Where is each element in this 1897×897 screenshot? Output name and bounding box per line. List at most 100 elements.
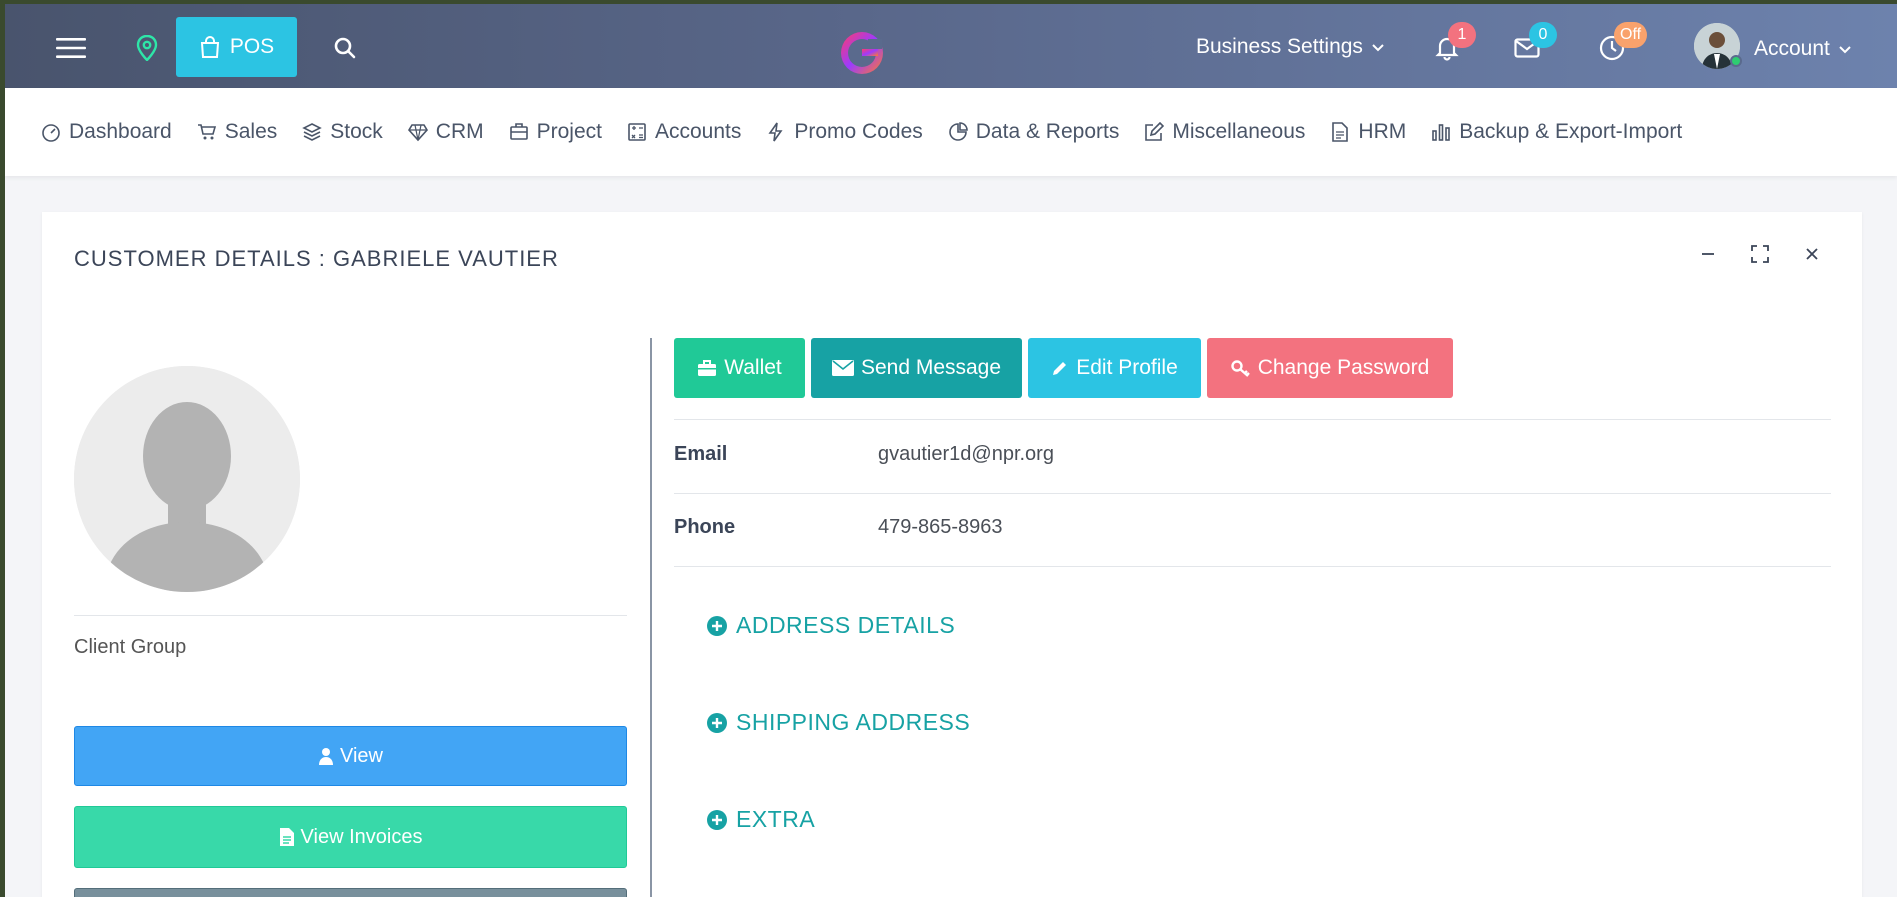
- hamburger-icon: [56, 38, 86, 58]
- wallet-button[interactable]: Wallet: [674, 338, 805, 398]
- card-title: CUSTOMER DETAILS : GABRIELE VAUTIER: [74, 246, 559, 271]
- info-divider: [674, 566, 1831, 567]
- shipping-address-toggle[interactable]: SHIPPING ADDRESS: [706, 709, 970, 736]
- location-button[interactable]: [129, 30, 165, 66]
- send-message-label: Send Message: [860, 356, 1002, 379]
- pie-icon: [949, 122, 968, 141]
- change-password-button[interactable]: Change Password: [1207, 338, 1453, 398]
- briefcase-icon: [509, 123, 528, 140]
- logo-icon: [841, 32, 883, 74]
- menu-toggle-button[interactable]: [53, 30, 89, 66]
- edit-profile-button[interactable]: Edit Profile: [1028, 338, 1201, 398]
- nav-item-crm[interactable]: CRM: [407, 120, 484, 144]
- gauge-icon: [42, 124, 60, 142]
- nav-item-hrm[interactable]: HRM: [1330, 120, 1406, 144]
- view-button[interactable]: View: [74, 726, 627, 786]
- info-divider: [674, 493, 1831, 494]
- diamond-icon: [407, 124, 428, 142]
- more-button[interactable]: [74, 888, 627, 897]
- expand-icon: [1751, 245, 1769, 263]
- fullscreen-button[interactable]: [1750, 244, 1770, 264]
- business-settings-dropdown[interactable]: Business Settings: [1196, 32, 1385, 62]
- vertical-divider: [650, 338, 652, 897]
- cart-icon: [197, 124, 216, 140]
- layers-icon: [302, 123, 323, 141]
- view-invoices-label: View Invoices: [300, 825, 423, 848]
- nav-item-label: Promo Codes: [794, 120, 923, 143]
- nav-item-label: Data & Reports: [975, 120, 1120, 143]
- address-details-toggle[interactable]: ADDRESS DETAILS: [706, 612, 955, 639]
- search-icon: [334, 37, 356, 59]
- send-message-button[interactable]: Send Message: [811, 338, 1022, 398]
- edit-profile-label: Edit Profile: [1076, 356, 1178, 379]
- info-divider: [674, 419, 1831, 420]
- nav-item-data-reports[interactable]: Data & Reports: [948, 120, 1120, 144]
- search-button[interactable]: [327, 30, 363, 66]
- customer-details-card: CUSTOMER DETAILS : GABRIELE VAUTIER Clie…: [42, 212, 1862, 897]
- edit-icon: [1145, 122, 1165, 141]
- minimize-button[interactable]: [1698, 244, 1718, 264]
- messages-button[interactable]: 0: [1507, 22, 1557, 68]
- nav-item-label: Accounts: [654, 120, 742, 143]
- chevron-down-icon: [1839, 46, 1851, 54]
- file-icon: [279, 828, 294, 846]
- extra-label: EXTRA: [736, 806, 816, 832]
- wallet-label: Wallet: [724, 356, 782, 379]
- customer-avatar: [74, 366, 300, 592]
- messages-badge: 0: [1529, 22, 1557, 48]
- main-nav-items: Dashboard Sales Stock CRM Project Accounts Pro…: [41, 88, 1682, 176]
- nav-item-label: CRM: [435, 120, 484, 143]
- close-button[interactable]: [1802, 244, 1822, 264]
- chevron-down-icon: [1372, 44, 1384, 52]
- pos-button[interactable]: POS: [176, 17, 297, 77]
- nav-item-sales[interactable]: Sales: [197, 120, 278, 144]
- top-bar: POS Business Settings 1 0 Off Account: [5, 4, 1897, 88]
- nav-item-promo-codes[interactable]: Promo Codes: [766, 120, 923, 144]
- plus-circle-icon: [707, 809, 727, 830]
- app-window: POS Business Settings 1 0 Off Account Da…: [5, 4, 1897, 897]
- nav-item-label: Sales: [224, 120, 278, 143]
- nav-item-miscellaneous[interactable]: Miscellaneous: [1144, 120, 1305, 144]
- map-pin-icon: [136, 35, 158, 61]
- view-invoices-button[interactable]: View Invoices: [74, 806, 627, 868]
- change-password-label: Change Password: [1257, 356, 1430, 379]
- left-divider: [74, 615, 627, 616]
- view-button-label: View: [340, 744, 383, 767]
- nav-item-stock[interactable]: Stock: [302, 120, 383, 144]
- extra-toggle[interactable]: EXTRA: [706, 806, 815, 833]
- email-value: gvautier1d@npr.org: [878, 443, 1054, 465]
- nav-item-label: Project: [536, 120, 602, 143]
- main-nav: Dashboard Sales Stock CRM Project Accounts Pro…: [5, 88, 1897, 176]
- online-status-dot: [1730, 55, 1742, 67]
- nav-item-accounts[interactable]: Accounts: [627, 120, 741, 144]
- card-tools: [1698, 244, 1822, 264]
- nav-item-label: HRM: [1358, 120, 1407, 143]
- bar-chart-icon: [1432, 124, 1451, 141]
- pencil-icon: [1053, 362, 1067, 375]
- user-silhouette-icon: [74, 366, 300, 592]
- action-buttons: Wallet Send Message Edit Profile Change …: [674, 338, 1453, 398]
- phone-value: 479-865-8963: [878, 516, 1003, 538]
- nav-item-dashboard[interactable]: Dashboard: [41, 120, 172, 144]
- shopping-bag-icon: [200, 36, 219, 58]
- notifications-button[interactable]: 1: [1427, 22, 1476, 68]
- briefcase-icon: [698, 360, 717, 376]
- nav-item-label: Stock: [330, 120, 383, 143]
- pos-label: POS: [229, 35, 275, 58]
- close-icon: [1806, 248, 1818, 260]
- account-dropdown[interactable]: Account: [1754, 37, 1852, 61]
- nav-item-backup-export-import[interactable]: Backup & Export-Import: [1431, 120, 1682, 144]
- nav-item-project[interactable]: Project: [509, 120, 602, 144]
- brand-logo[interactable]: [838, 29, 886, 77]
- nav-item-label: Miscellaneous: [1172, 120, 1306, 143]
- calculator-icon: [628, 123, 646, 141]
- nav-item-label: Dashboard: [69, 120, 172, 143]
- plus-circle-icon: [707, 615, 727, 636]
- clock-status-badge: Off: [1614, 22, 1648, 48]
- email-label: Email: [674, 443, 728, 465]
- notifications-badge: 1: [1448, 22, 1476, 48]
- envelope-icon: [831, 360, 854, 376]
- address-details-label: ADDRESS DETAILS: [736, 612, 956, 638]
- user-icon: [319, 748, 333, 765]
- clock-button[interactable]: Off: [1592, 22, 1648, 68]
